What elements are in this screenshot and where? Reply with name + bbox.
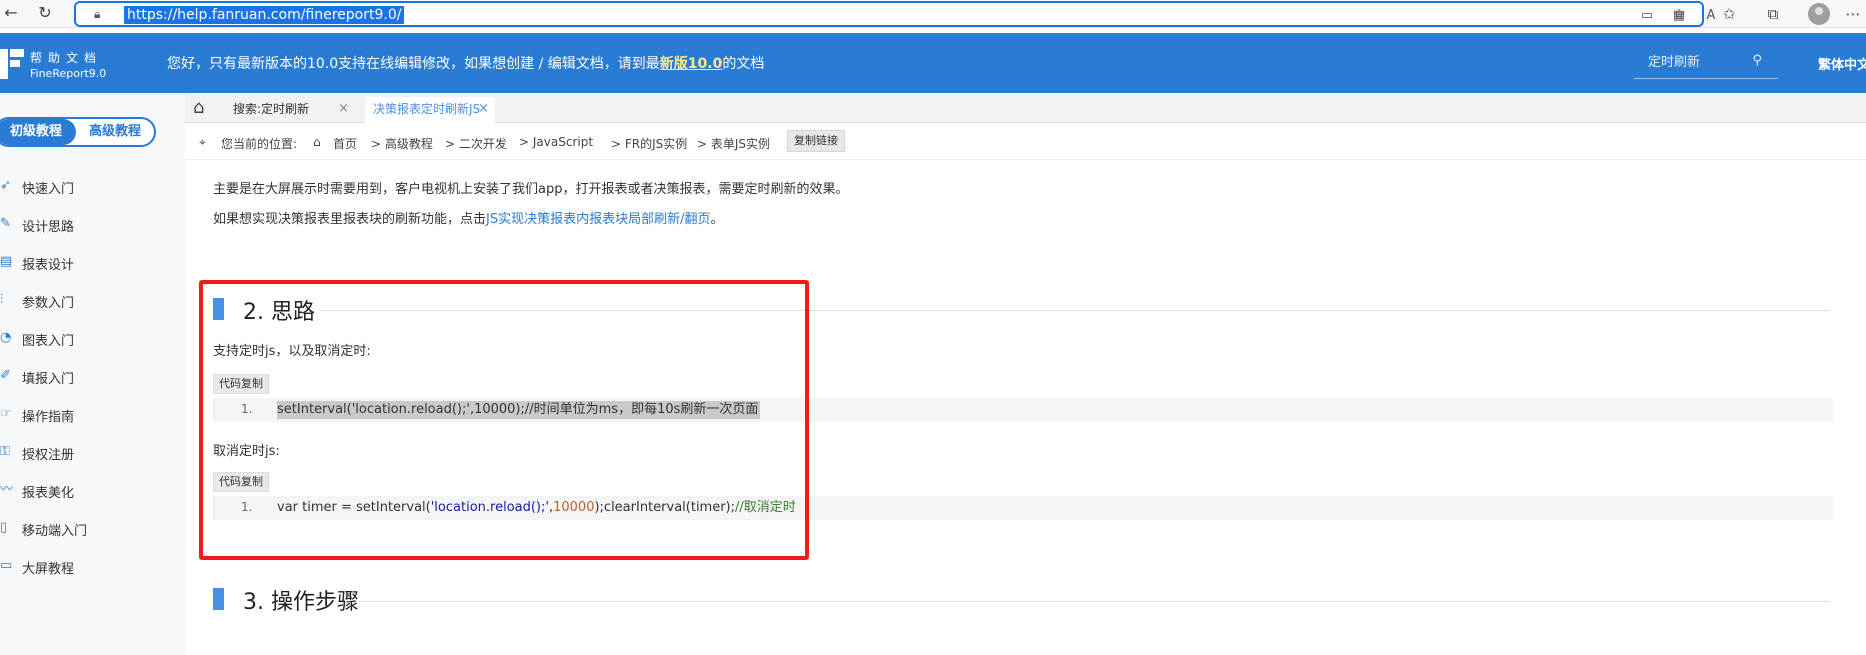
article-content: 主要是在大屏展示时需要用到，客户电视机上安装了我们app，打开报表或者决策报表，… xyxy=(185,160,1866,655)
logo-title[interactable]: 帮助文档 xyxy=(30,49,102,66)
tab-search[interactable]: 搜索:定时刷新 × xyxy=(225,97,355,123)
more-icon[interactable]: ⋯ xyxy=(1842,3,1864,25)
rocket-icon: ➶ xyxy=(0,178,11,193)
breadcrumb-item[interactable]: > 表单JS实例 xyxy=(697,135,770,152)
sidebar-item-design-idea[interactable]: ✎ 设计思路 xyxy=(0,209,180,239)
breadcrumb-item[interactable]: > JavaScript xyxy=(519,135,593,149)
language-switch[interactable]: 繁体中文 xyxy=(1818,54,1866,73)
location-icon: ⌖ xyxy=(199,135,206,149)
section-divider xyxy=(360,601,1830,602)
sidebar-item-label: 设计思路 xyxy=(22,220,75,235)
sidebar-item-label: 报表设计 xyxy=(22,258,75,273)
sidebar-item-report-design[interactable]: ▤ 报表设计 xyxy=(0,247,180,277)
sidebar-item-parameters[interactable]: ⫶ 参数入门 xyxy=(0,285,180,315)
chart-icon: ◔ xyxy=(0,330,12,345)
design-icon: ✎ xyxy=(0,216,11,231)
version-notice: 您好，只有最新版本的10.0支持在线编辑修改，如果想创建 / 编辑文档，请到最新… xyxy=(167,56,765,72)
sidebar-item-license[interactable]: ⚿ 授权注册 xyxy=(0,437,180,467)
home-small-icon: ⌂ xyxy=(313,135,321,149)
sidebar-item-beautify[interactable]: 〰 报表美化 xyxy=(0,475,180,505)
heading-marker xyxy=(213,588,224,610)
profile-avatar[interactable] xyxy=(1808,3,1830,25)
sidebar: 初级教程 高级教程 ➶ 快速入门 ✎ 设计思路 ▤ 报表设计 ⫶ 参数入门 ◔ … xyxy=(0,93,185,655)
brush-icon: 〰 xyxy=(0,482,14,497)
key-icon: ⚿ xyxy=(0,444,10,459)
site-header: 帮助文档 FineReport9.0 您好，只有最新版本的10.0支持在线编辑修… xyxy=(0,33,1866,93)
sidebar-item-label: 报表美化 xyxy=(22,486,75,501)
sidebar-item-charts[interactable]: ◔ 图表入门 xyxy=(0,323,180,353)
sliders-icon: ⫶ xyxy=(0,292,4,307)
logo-subtitle: FineReport9.0 xyxy=(30,67,107,80)
sidebar-item-label: 操作指南 xyxy=(22,410,75,425)
partial-refresh-link[interactable]: JS实现决策报表内报表块局部刷新/翻页 xyxy=(486,212,710,227)
sidebar-item-label: 图表入门 xyxy=(22,334,75,349)
cast-icon[interactable]: ▭ xyxy=(1638,7,1656,25)
level-advanced-button[interactable]: 高级教程 xyxy=(76,119,154,145)
sidebar-item-label: 快速入门 xyxy=(22,182,75,197)
guide-icon: ☞ xyxy=(0,406,12,421)
sidebar-item-label: 授权注册 xyxy=(22,448,75,463)
sidebar-item-guide[interactable]: ☞ 操作指南 xyxy=(0,399,180,429)
url-text[interactable]: https://help.fanruan.com/finereport9.0/ xyxy=(124,6,405,24)
sidebar-item-mobile[interactable]: ▯ 移动端入门 xyxy=(0,513,180,543)
copy-link-button[interactable]: 复制链接 xyxy=(787,130,845,152)
back-icon[interactable]: ← xyxy=(0,2,22,24)
breadcrumb-prefix: 您当前的位置: xyxy=(221,137,298,151)
level-toggle: 初级教程 高级教程 xyxy=(0,117,156,147)
new-version-link[interactable]: 新版10.0 xyxy=(660,56,723,72)
sidebar-item-fill[interactable]: ✐ 填报入门 xyxy=(0,361,180,391)
section-title: 3. 操作步骤 xyxy=(243,590,359,615)
sidebar-item-label: 填报入门 xyxy=(22,372,75,387)
close-icon[interactable]: × xyxy=(478,97,489,121)
home-icon[interactable]: ⌂ xyxy=(193,99,213,117)
tab-refresh-js[interactable]: 决策报表定时刷新JS × xyxy=(365,97,495,123)
search-input[interactable]: 定时刷新 ⚲ xyxy=(1634,43,1778,79)
highlight-annotation-box xyxy=(199,280,809,560)
browser-toolbar: ← ↻ 🔒︎ https://help.fanruan.com/finerepo… xyxy=(0,0,1866,28)
lock-icon: 🔒︎ xyxy=(94,7,101,21)
level-basic-button[interactable]: 初级教程 xyxy=(0,119,76,145)
fanruan-logo-icon[interactable] xyxy=(0,49,24,79)
search-icon[interactable]: ⚲ xyxy=(1752,53,1762,68)
favorites-icon[interactable]: ✩ xyxy=(1718,3,1740,25)
search-value[interactable]: 定时刷新 xyxy=(1648,51,1700,70)
breadcrumb-item[interactable]: > 高级教程 xyxy=(371,135,433,152)
breadcrumb-item[interactable]: > 二次开发 xyxy=(445,135,507,152)
monitor-icon: ▭ xyxy=(0,558,13,573)
edit-icon: ✐ xyxy=(0,368,11,383)
favorite-add-icon[interactable]: ☆ xyxy=(1668,3,1690,25)
breadcrumb-item[interactable]: > FR的JS实例 xyxy=(611,135,687,152)
sidebar-item-label: 大屏教程 xyxy=(22,562,75,577)
intro-link-text: 如果想实现决策报表里报表块的刷新功能，点击JS实现决策报表内报表块局部刷新/翻页… xyxy=(213,212,724,227)
page-tabs: ⌂ 搜索:定时刷新 × 决策报表定时刷新JS × xyxy=(185,93,1866,123)
breadcrumb: ⌖ 您当前的位置: ⌂ 首页 > 高级教程 > 二次开发 > JavaScrip… xyxy=(185,124,1866,160)
address-bar[interactable]: 🔒︎ https://help.fanruan.com/finereport9.… xyxy=(74,1,1715,27)
sidebar-item-label: 参数入门 xyxy=(22,296,75,311)
breadcrumb-home[interactable]: 首页 xyxy=(333,135,357,152)
mobile-icon: ▯ xyxy=(0,520,8,535)
sidebar-item-quickstart[interactable]: ➶ 快速入门 xyxy=(0,171,180,201)
close-icon[interactable]: × xyxy=(338,97,349,121)
sidebar-item-label: 移动端入门 xyxy=(22,524,88,539)
sidebar-item-big-screen[interactable]: ▭ 大屏教程 xyxy=(0,551,180,581)
intro-text: 主要是在大屏展示时需要用到，客户电视机上安装了我们app，打开报表或者决策报表，… xyxy=(213,182,849,197)
report-icon: ▤ xyxy=(0,254,13,269)
collections-icon[interactable]: ⧉ xyxy=(1762,3,1784,25)
refresh-icon[interactable]: ↻ xyxy=(34,2,56,24)
